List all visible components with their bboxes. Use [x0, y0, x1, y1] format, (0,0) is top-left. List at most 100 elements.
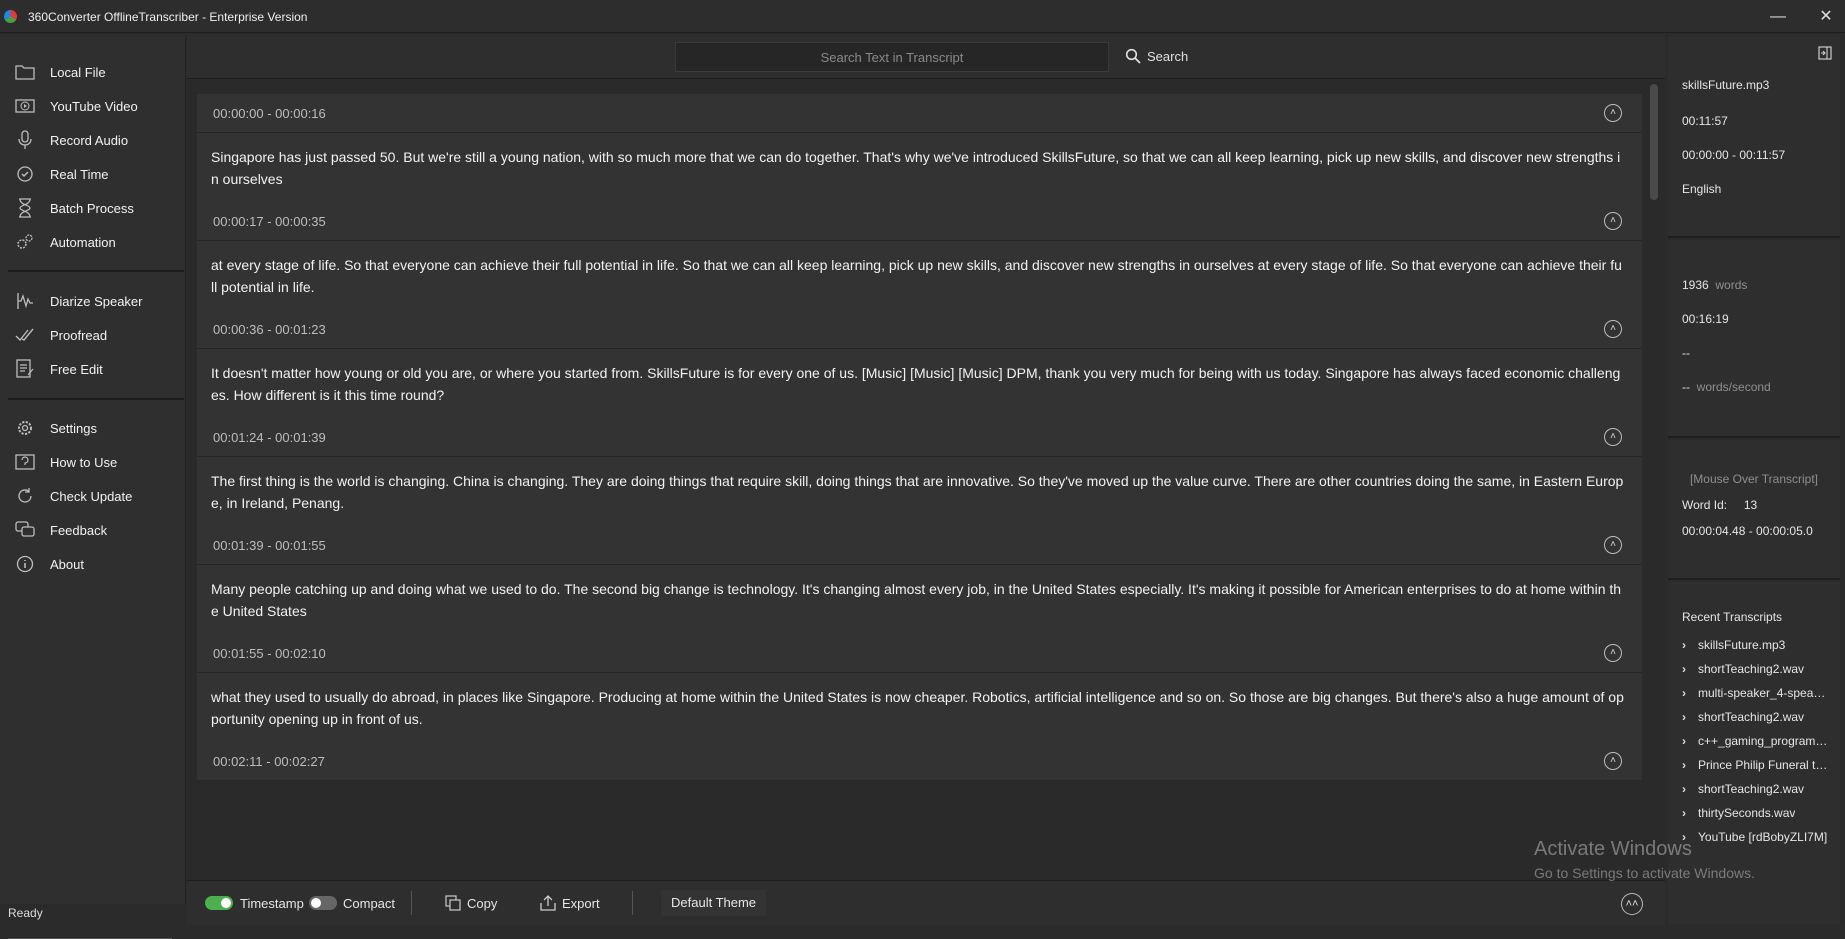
scrollbar-thumb[interactable]: [1650, 84, 1658, 200]
recent-item[interactable]: › multi-speaker_4-spea…: [1682, 686, 1837, 700]
copy-icon: [445, 895, 461, 911]
sidebar-item-real-time[interactable]: Real Time: [12, 159, 182, 189]
sidebar-item-free-edit[interactable]: Free Edit: [12, 354, 182, 384]
segment-text[interactable]: at every stage of life. So that everyone…: [197, 241, 1642, 312]
transcript-segment[interactable]: 00:01:39 - 00:01:55 ˄ Many people catchi…: [197, 526, 1642, 636]
expand-up-icon[interactable]: ˄˄: [1621, 893, 1643, 915]
recent-item[interactable]: › thirtySeconds.wav: [1682, 806, 1837, 820]
refresh-icon: [12, 483, 38, 509]
collapse-icon[interactable]: ˄: [1604, 644, 1622, 662]
sidebar-item-feedback[interactable]: Feedback: [12, 515, 182, 545]
window-title: 360Converter OfflineTranscriber - Enterp…: [28, 10, 308, 24]
segment-timestamp: 00:00:00 - 00:00:16: [213, 106, 326, 121]
recent-title: Recent Transcripts: [1682, 610, 1783, 624]
close-icon[interactable]: ✕: [1806, 6, 1845, 28]
search-icon: [1125, 48, 1141, 64]
sidebar-item-record-audio[interactable]: Record Audio: [12, 125, 182, 155]
check-icon: [12, 322, 38, 348]
recent-item[interactable]: › c++_gaming_program…: [1682, 734, 1837, 748]
segment-timestamp: 00:00:36 - 00:01:23: [213, 322, 326, 337]
segment-header: 00:01:24 - 00:01:39 ˄: [197, 418, 1642, 457]
transcript-list: 00:00:00 - 00:00:16 ˄ Singapore has just…: [197, 94, 1642, 914]
mouse-over-hint: [Mouse Over Transcript]: [1689, 472, 1819, 486]
chevron-right-icon: ›: [1682, 806, 1686, 820]
sidebar-item-how-to-use[interactable]: How to Use: [12, 447, 182, 477]
transcript-segment[interactable]: 00:00:17 - 00:00:35 ˄ at every stage of …: [197, 202, 1642, 312]
sidebar-item-settings[interactable]: Settings: [12, 413, 182, 443]
recent-item[interactable]: › shortTeaching2.wav: [1682, 662, 1837, 676]
recent-item[interactable]: › skillsFuture.mp3: [1682, 638, 1837, 652]
collapse-icon[interactable]: ˄: [1604, 104, 1622, 122]
segment-text[interactable]: Singapore has just passed 50. But we're …: [197, 133, 1642, 204]
toolbar-divider: [411, 891, 412, 915]
collapse-icon[interactable]: ˄: [1604, 212, 1622, 230]
minimize-icon[interactable]: —: [1758, 6, 1798, 28]
sidebar-item-check-update[interactable]: Check Update: [12, 481, 182, 511]
segment-text[interactable]: It doesn't matter how young or old you a…: [197, 349, 1642, 420]
time-range: 00:00:00 - 00:11:57: [1682, 148, 1786, 162]
segment-header: 00:01:55 - 00:02:10 ˄: [197, 634, 1642, 673]
placeholder-dash: --: [1682, 346, 1690, 360]
sidebar-item-youtube-video[interactable]: YouTube Video: [12, 91, 182, 121]
sidebar-item-automation[interactable]: Automation: [12, 227, 182, 257]
recent-item[interactable]: › shortTeaching2.wav: [1682, 710, 1837, 724]
app-logo: [4, 10, 17, 23]
copy-button[interactable]: Copy: [445, 895, 497, 911]
transcript-segment[interactable]: 00:02:11 - 00:02:27 ˄: [197, 742, 1642, 781]
search-input[interactable]: [675, 42, 1109, 72]
info-panel: skillsFuture.mp3 00:11:57 00:00:00 - 00:…: [1668, 36, 1845, 924]
transcript-segment[interactable]: 00:00:00 - 00:00:16 ˄ Singapore has just…: [197, 94, 1642, 204]
word-rate: -- words/second: [1682, 380, 1771, 394]
realtime-icon: [12, 161, 38, 187]
bottom-toolbar: Timestamp Compact Copy Export Default Th…: [187, 880, 1665, 925]
recent-item[interactable]: › shortTeaching2.wav: [1682, 782, 1837, 796]
toggle-knob: [311, 898, 321, 908]
help-icon: [12, 449, 38, 475]
segment-timestamp: 00:01:24 - 00:01:39: [213, 430, 326, 445]
segment-header: 00:00:36 - 00:01:23 ˄: [197, 310, 1642, 349]
segment-timestamp: 00:01:39 - 00:01:55: [213, 538, 326, 553]
chevron-right-icon: ›: [1682, 662, 1686, 676]
theme-button[interactable]: Default Theme: [661, 890, 767, 916]
sidebar-item-diarize-speaker[interactable]: Diarize Speaker: [12, 286, 182, 316]
video-icon: [12, 93, 38, 119]
file-duration: 00:11:57: [1682, 114, 1728, 128]
chevron-right-icon: ›: [1682, 686, 1686, 700]
segment-text[interactable]: what they used to usually do abroad, in …: [197, 673, 1642, 744]
timestamp-label: Timestamp: [240, 896, 304, 911]
collapse-icon[interactable]: ˄: [1604, 536, 1622, 554]
collapse-icon[interactable]: ˄: [1604, 428, 1622, 446]
language: English: [1682, 182, 1722, 196]
transcript-scrollbar[interactable]: [1649, 80, 1659, 916]
collapse-icon[interactable]: ˄: [1604, 320, 1622, 338]
elapsed-time: 00:16:19: [1682, 312, 1729, 326]
segment-timestamp: 00:02:11 - 00:02:27: [213, 754, 325, 769]
sidebar-item-about[interactable]: About: [12, 549, 182, 579]
segment-header: 00:00:00 - 00:00:16 ˄: [197, 94, 1642, 133]
transcript-segment[interactable]: 00:00:36 - 00:01:23 ˄ It doesn't matter …: [197, 310, 1642, 420]
stats-section: 1936 words 00:16:19 -- -- words/second: [1668, 240, 1840, 438]
compact-label: Compact: [343, 896, 396, 911]
segment-header: 00:00:17 - 00:00:35 ˄: [197, 202, 1642, 241]
toolbar-divider: [632, 891, 633, 915]
search-button[interactable]: Search: [1125, 44, 1188, 68]
panel-toggle-icon[interactable]: [1818, 46, 1832, 60]
gears-icon: [12, 229, 38, 255]
chevron-right-icon: ›: [1682, 758, 1686, 772]
transcript-segment[interactable]: 00:01:55 - 00:02:10 ˄ what they used to …: [197, 634, 1642, 744]
recent-item[interactable]: › Prince Philip Funeral t…: [1682, 758, 1837, 772]
segment-text[interactable]: Many people catching up and doing what w…: [197, 565, 1642, 636]
feedback-icon: [12, 517, 38, 543]
sidebar-item-proofread[interactable]: Proofread: [12, 320, 182, 350]
timestamp-toggle[interactable]: [205, 896, 233, 910]
sidebar-item-batch-process[interactable]: Batch Process: [12, 193, 182, 223]
export-button[interactable]: Export: [540, 895, 600, 911]
info-icon: [12, 551, 38, 577]
segment-text[interactable]: The first thing is the world is changing…: [197, 457, 1642, 528]
transcript-segment[interactable]: 00:01:24 - 00:01:39 ˄ The first thing is…: [197, 418, 1642, 528]
title-bar: 360Converter OfflineTranscriber - Enterp…: [0, 0, 1845, 33]
sidebar-item-local-file[interactable]: Local File: [12, 57, 182, 87]
compact-toggle[interactable]: [309, 896, 337, 910]
segment-timestamp: 00:01:55 - 00:02:10: [213, 646, 326, 661]
collapse-icon[interactable]: ˄: [1604, 752, 1622, 770]
